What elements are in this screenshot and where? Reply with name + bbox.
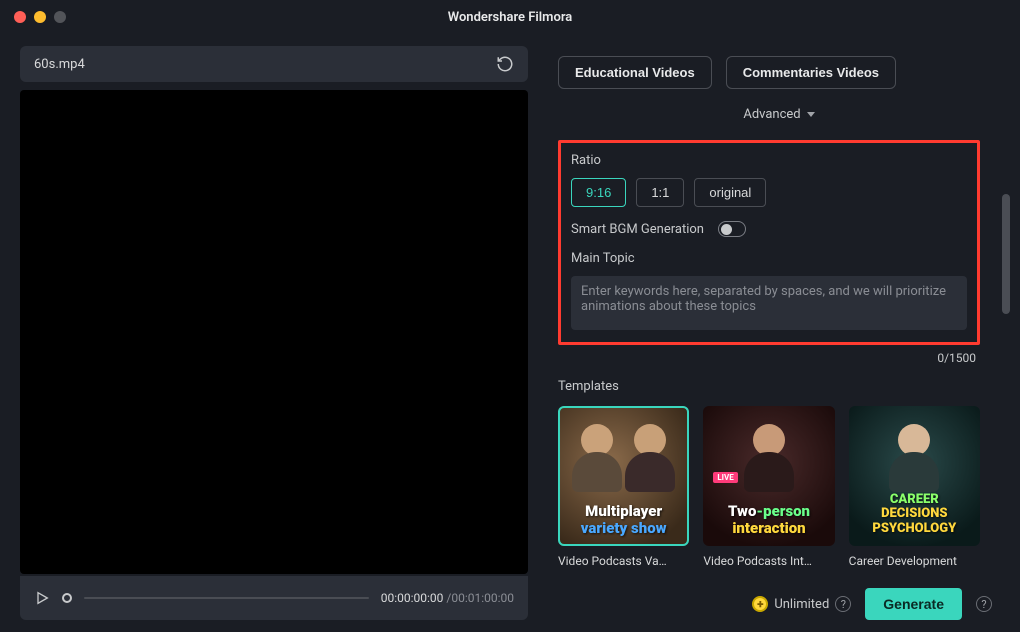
caret-down-icon xyxy=(807,112,815,117)
highlight-box: Ratio 9:16 1:1 original Smart BGM Genera… xyxy=(558,140,980,345)
help-icon[interactable]: ? xyxy=(835,596,851,612)
advanced-label: Advanced xyxy=(743,107,800,122)
video-preview[interactable] xyxy=(20,90,528,574)
traffic-lights xyxy=(14,11,66,23)
overlay-text: Two-person xyxy=(711,503,826,520)
overlay-text: variety show xyxy=(566,520,681,537)
template-title: Video Podcasts Int… xyxy=(703,554,834,568)
person-silhouette-icon xyxy=(744,424,794,494)
generate-button[interactable]: Generate xyxy=(865,588,962,620)
overlay-text: Multiplayer xyxy=(566,503,681,520)
smart-bgm-label: Smart BGM Generation xyxy=(571,222,704,237)
ratio-original[interactable]: original xyxy=(694,178,766,207)
timecode: 00:00:00:00 /00:01:00:00 xyxy=(381,591,514,605)
templates-row: Multiplayer variety show Video Podcasts … xyxy=(558,406,980,568)
person-silhouette-icon xyxy=(625,424,675,494)
template-title: Career Development xyxy=(849,554,980,568)
file-bar: 60s.mp4 xyxy=(20,46,528,82)
template-thumbnail: CAREER DECISIONS PSYCHOLOGY xyxy=(849,406,980,546)
main-topic-label: Main Topic xyxy=(571,251,967,266)
coin-icon: + xyxy=(752,596,768,612)
template-title: Video Podcasts Va… xyxy=(558,554,689,568)
refresh-icon[interactable] xyxy=(496,55,514,73)
help-icon[interactable]: ? xyxy=(976,596,992,612)
smart-bgm-row: Smart BGM Generation xyxy=(571,221,967,237)
person-silhouette-icon xyxy=(572,424,622,494)
maximize-window-button[interactable] xyxy=(54,11,66,23)
char-count: 0/1500 xyxy=(558,351,976,365)
ratio-9-16[interactable]: 9:16 xyxy=(571,178,626,207)
close-window-button[interactable] xyxy=(14,11,26,23)
chip-educational-videos[interactable]: Educational Videos xyxy=(558,56,712,89)
templates-label: Templates xyxy=(558,379,1000,394)
live-badge: LIVE xyxy=(713,472,737,483)
chip-commentaries-videos[interactable]: Commentaries Videos xyxy=(726,56,896,89)
advanced-toggle[interactable]: Advanced xyxy=(558,107,1000,122)
player-controls: 00:00:00:00 /00:01:00:00 xyxy=(20,576,528,620)
footer: + Unlimited ? Generate ? xyxy=(752,588,992,620)
playhead-marker[interactable] xyxy=(62,593,72,603)
seek-bar[interactable] xyxy=(84,597,369,599)
overlay-text: PSYCHOLOGY xyxy=(857,522,972,536)
unlimited-label: Unlimited xyxy=(774,597,829,612)
titlebar: Wondershare Filmora xyxy=(0,0,1020,34)
right-panel: Educational Videos Commentaries Videos A… xyxy=(540,34,1010,632)
ratio-options: 9:16 1:1 original xyxy=(571,178,967,207)
ratio-1-1[interactable]: 1:1 xyxy=(636,178,684,207)
template-card[interactable]: Multiplayer variety show Video Podcasts … xyxy=(558,406,689,568)
category-chips: Educational Videos Commentaries Videos xyxy=(558,56,1000,89)
smart-bgm-toggle[interactable] xyxy=(718,221,746,237)
main-topic-input[interactable] xyxy=(571,276,967,330)
left-panel: 60s.mp4 00:00:00:00 /00:01:00:00 xyxy=(0,34,540,632)
person-silhouette-icon xyxy=(889,424,939,494)
credits-unlimited: + Unlimited ? xyxy=(752,596,851,612)
template-thumbnail: Multiplayer variety show xyxy=(558,406,689,546)
file-name: 60s.mp4 xyxy=(34,57,85,72)
overlay-text: CAREER DECISIONS xyxy=(857,493,972,522)
ratio-label: Ratio xyxy=(571,153,967,168)
window-title: Wondershare Filmora xyxy=(448,10,573,25)
play-button[interactable] xyxy=(34,590,50,606)
template-thumbnail: LIVE Two-person interaction xyxy=(703,406,834,546)
vertical-scrollbar[interactable] xyxy=(1002,194,1010,314)
minimize-window-button[interactable] xyxy=(34,11,46,23)
timecode-current: 00:00:00:00 xyxy=(381,591,444,605)
timecode-total: /00:01:00:00 xyxy=(446,591,514,605)
overlay-text: interaction xyxy=(711,520,826,537)
template-card[interactable]: CAREER DECISIONS PSYCHOLOGY Career Devel… xyxy=(849,406,980,568)
template-card[interactable]: LIVE Two-person interaction Video Podcas… xyxy=(703,406,834,568)
